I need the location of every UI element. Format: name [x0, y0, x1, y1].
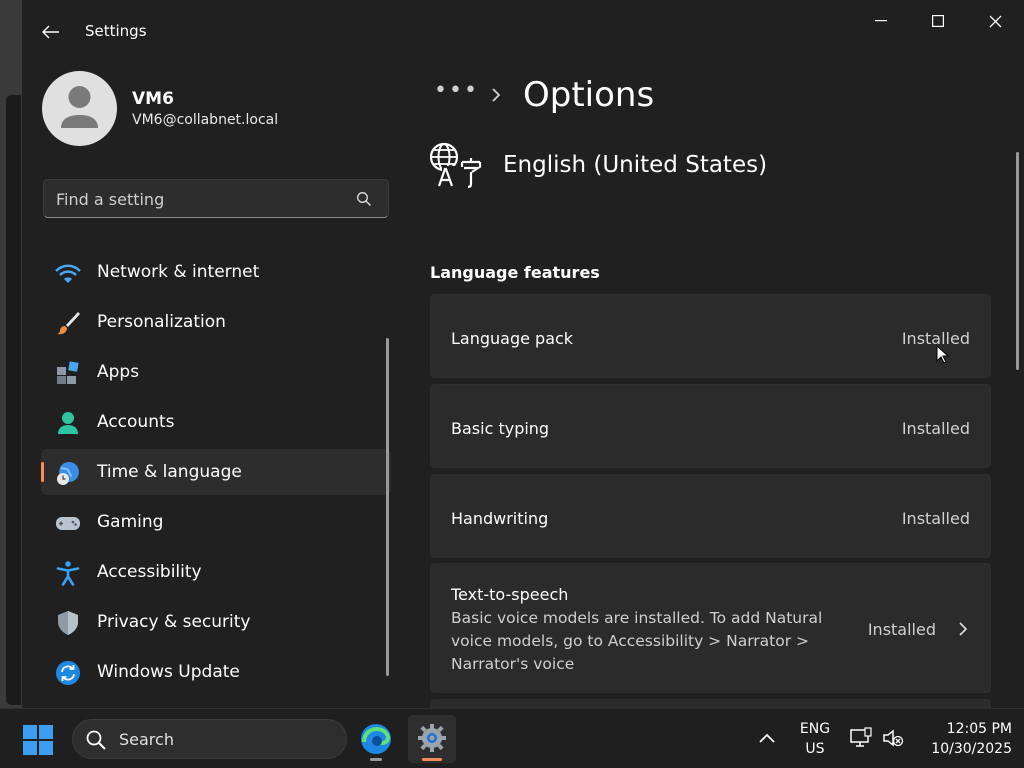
feature-card-partial [430, 699, 991, 708]
taskbar: Search ENG US 12:05 PM 10/30/2025 [0, 708, 1024, 768]
chevron-right-icon [959, 622, 968, 636]
edge-icon [361, 724, 391, 754]
feature-card-text-to-speech[interactable]: Text-to-speech Basic voice models are in… [430, 563, 991, 693]
sidebar-item-accessibility[interactable]: Accessibility [41, 549, 391, 595]
mouse-cursor-icon [936, 345, 950, 364]
nav-list: Network & internet Personalization Apps [41, 249, 391, 699]
shield-icon [58, 611, 78, 635]
profile-email: VM6@collabnet.local [132, 112, 279, 128]
feature-label: Basic typing [451, 419, 550, 438]
search-input[interactable] [56, 188, 346, 210]
breadcrumb-more[interactable]: ••• [434, 78, 479, 103]
sidebar-item-label: Accounts [97, 412, 175, 432]
sidebar-item-label: Apps [97, 362, 140, 382]
sidebar-item-label: Privacy & security [97, 612, 251, 632]
taskbar-search[interactable]: Search [72, 719, 347, 759]
sidebar-item-label: Network & internet [97, 262, 260, 282]
back-button[interactable] [36, 18, 66, 46]
edge-app-button[interactable] [352, 715, 400, 763]
avatar[interactable] [42, 71, 117, 146]
sidebar-item-apps[interactable]: Apps [41, 349, 391, 395]
profile-name: VM6 [132, 89, 174, 109]
accessibility-icon [56, 561, 80, 586]
arrow-left-icon [42, 25, 59, 39]
feature-card-handwriting[interactable]: Handwriting Installed [430, 474, 991, 558]
wifi-icon [55, 264, 81, 283]
close-button[interactable] [972, 6, 1018, 36]
settings-window: Settings VM6 VM6@collabnet.local Find a … [21, 0, 1024, 708]
accounts-icon [58, 412, 78, 434]
network-monitor-icon[interactable] [850, 727, 872, 749]
volume-muted-icon[interactable] [882, 727, 904, 749]
windows-start-icon[interactable] [22, 724, 54, 756]
sidebar-item-accounts[interactable]: Accounts [41, 399, 391, 445]
settings-app-button[interactable] [408, 715, 456, 763]
chevron-up-icon[interactable] [757, 729, 777, 749]
feature-label: Text-to-speech [451, 585, 569, 604]
minimize-icon [875, 20, 887, 22]
brush-icon [57, 312, 80, 335]
feature-status: Installed [901, 419, 970, 438]
sidebar-item-gaming[interactable]: Gaming [41, 499, 391, 545]
sidebar-item-label: Gaming [97, 512, 164, 532]
maximize-button[interactable] [915, 6, 961, 36]
gear-icon [418, 724, 446, 752]
search-icon [86, 730, 106, 750]
section-title: Language features [430, 263, 600, 282]
language-icon [429, 142, 482, 189]
sidebar-item-windows-update[interactable]: Windows Update [41, 649, 391, 695]
close-icon [989, 15, 1001, 27]
feature-label: Handwriting [451, 509, 549, 528]
gamepad-icon [56, 517, 80, 530]
system-clock[interactable]: 12:05 PM 10/30/2025 [912, 719, 1012, 759]
sidebar-item-time-language[interactable]: Time & language [41, 449, 391, 495]
feature-description: Basic voice models are installed. To add… [451, 609, 823, 673]
title-bar: Settings [22, 0, 1024, 62]
sidebar-item-network[interactable]: Network & internet [41, 249, 391, 295]
update-icon [56, 661, 80, 685]
feature-status: Installed [867, 620, 936, 639]
find-setting-search[interactable] [43, 179, 389, 218]
feature-label: Language pack [451, 329, 574, 348]
language-name: English (United States) [503, 152, 768, 178]
minimize-button[interactable] [858, 6, 904, 36]
content-scrollbar[interactable] [1016, 152, 1019, 370]
taskbar-search-label: Search [119, 730, 174, 749]
chevron-right-icon [492, 88, 501, 102]
search-icon[interactable] [356, 191, 372, 207]
window-title: Settings [85, 22, 147, 40]
feature-status: Installed [901, 509, 970, 528]
feature-card-language-pack[interactable]: Language pack Installed [430, 294, 991, 378]
background-window-edge [0, 0, 21, 708]
maximize-icon [932, 15, 944, 27]
globe-clock-icon [57, 462, 79, 485]
user-icon [61, 86, 98, 128]
apps-icon [57, 361, 79, 384]
sidebar-item-label: Time & language [97, 462, 242, 482]
feature-card-basic-typing[interactable]: Basic typing Installed [430, 384, 991, 468]
sidebar-item-label: Accessibility [97, 562, 202, 582]
sidebar-item-label: Windows Update [97, 662, 240, 682]
sidebar-item-privacy[interactable]: Privacy & security [41, 599, 391, 645]
input-language-indicator[interactable]: ENG US [795, 719, 835, 759]
page-title: Options [523, 75, 655, 115]
nav-scrollbar[interactable] [386, 338, 389, 676]
sidebar-item-personalization[interactable]: Personalization [41, 299, 391, 345]
sidebar-item-label: Personalization [97, 312, 226, 332]
